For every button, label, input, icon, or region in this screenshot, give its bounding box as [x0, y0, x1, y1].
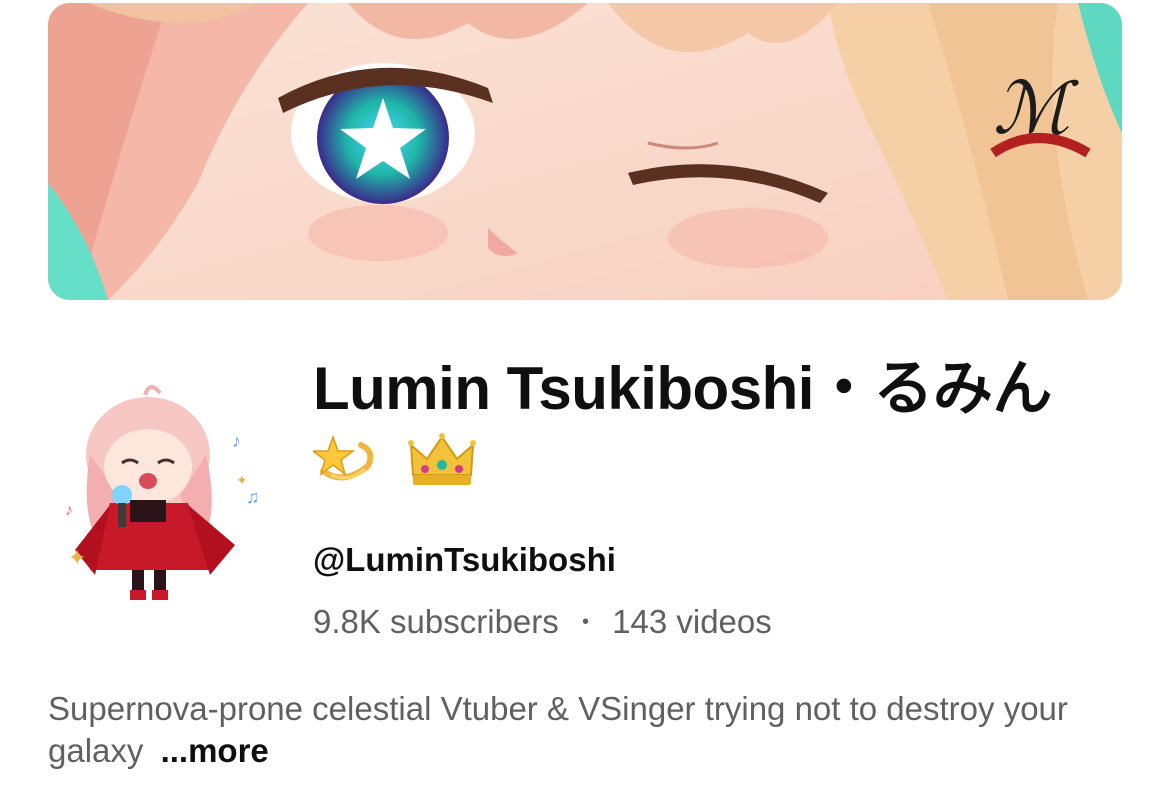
channel-name-text: Lumin Tsukiboshi・るみん: [313, 355, 1052, 422]
channel-stats: 9.8K subscribers • 143 videos: [313, 602, 772, 642]
svg-text:✦: ✦: [236, 472, 248, 488]
stats-separator: •: [581, 611, 589, 633]
svg-text:✦: ✦: [68, 545, 86, 570]
dizzy-icon: [313, 431, 383, 491]
svg-text:♪: ♪: [65, 502, 73, 519]
channel-banner[interactable]: ℳ: [48, 3, 1122, 300]
svg-text:♫: ♫: [246, 487, 260, 507]
channel-page: ℳ ♪ ♫ ♪ ✦ ✦ Lumin Tsukiboshi・るみん @LuminT…: [0, 0, 1170, 803]
channel-handle[interactable]: @LuminTsukiboshi: [313, 540, 616, 580]
svg-text:♪: ♪: [232, 431, 241, 451]
channel-title: Lumin Tsukiboshi・るみん: [313, 352, 1133, 500]
more-button[interactable]: ...more: [161, 732, 269, 769]
crown-icon: [407, 431, 477, 491]
avatar-art: ♪ ♫ ♪ ✦ ✦: [65, 385, 260, 600]
channel-avatar[interactable]: ♪ ♫ ♪ ✦ ✦: [60, 375, 270, 605]
channel-description[interactable]: Supernova-prone celestial Vtuber & VSing…: [48, 688, 1128, 772]
banner-art: ℳ: [48, 3, 1122, 300]
video-count: 143 videos: [612, 603, 772, 640]
subscriber-count: 9.8K subscribers: [313, 603, 559, 640]
